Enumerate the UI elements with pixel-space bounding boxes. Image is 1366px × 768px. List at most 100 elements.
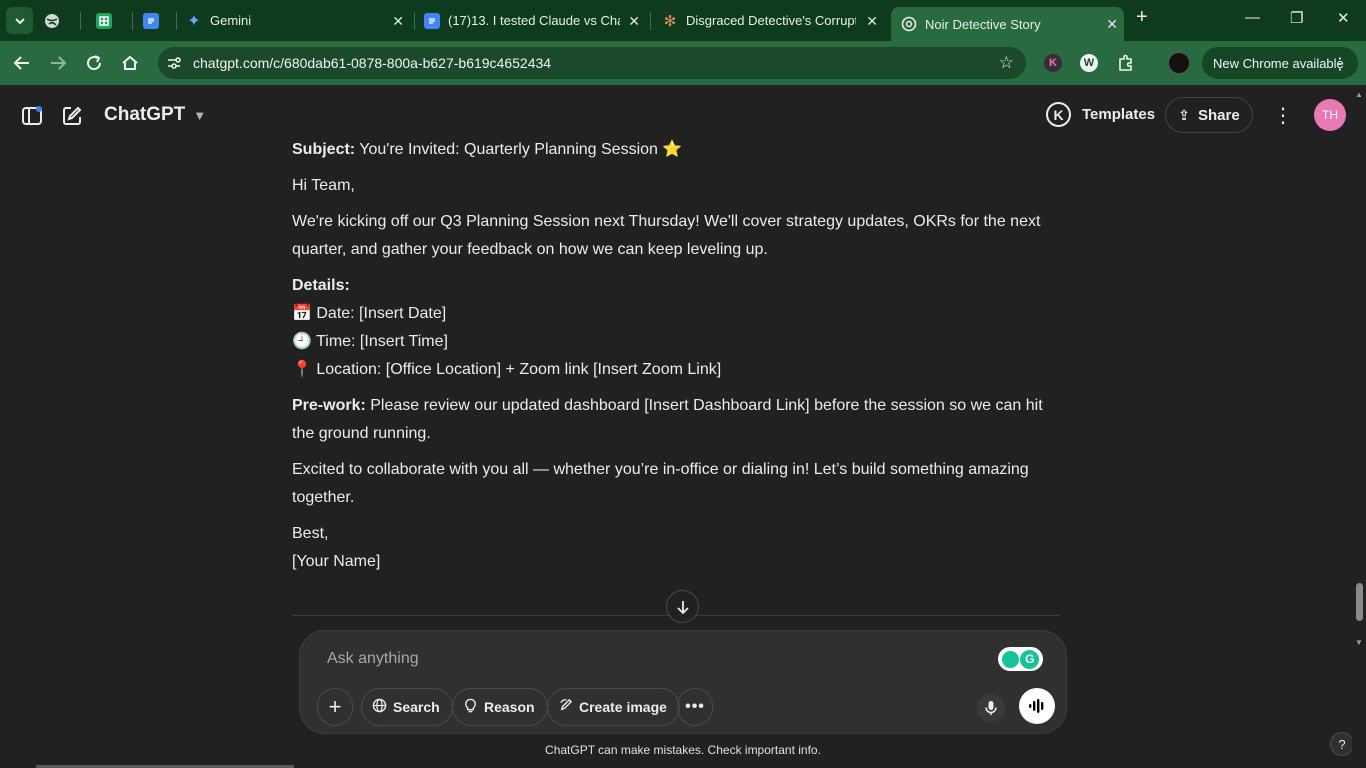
tab-claude[interactable]: ✻ Disgraced Detective's Corrupt C ✕ [662,6,884,35]
dictate-button[interactable] [977,694,1005,722]
bookmark-star-icon[interactable]: ☆ [999,53,1014,73]
assistant-message: Subject: You're Invited: Quarterly Plann… [292,136,1062,584]
chatgpt-icon [901,16,917,32]
more-options-icon[interactable]: ⋮ [1273,103,1293,128]
lightbulb-icon [463,698,478,717]
browser-toolbar: chatgpt.com/c/680dab61-0878-800a-b627-b6… [0,41,1366,85]
help-button[interactable]: ? [1330,732,1354,756]
docs-icon [424,12,440,29]
scroll-down-icon[interactable]: ▼ [1355,638,1363,647]
more-vert-icon[interactable]: ⋮ [1332,54,1348,74]
sidebar-toggle-icon[interactable] [20,104,44,128]
close-icon[interactable]: ✕ [392,13,404,30]
scroll-to-bottom-button[interactable] [666,590,699,623]
new-tab-icon[interactable]: + [1136,6,1148,29]
scrollbar-thumb[interactable] [1356,583,1363,621]
globe-icon [372,698,387,717]
email-subject: Subject: You're Invited: Quarterly Plann… [292,136,1062,164]
grammarly-widget[interactable]: G [998,647,1043,671]
grammarly-icon: G [1020,649,1040,669]
tab-title: Disgraced Detective's Corrupt C [686,13,856,28]
subject-label: Subject: [292,141,356,158]
home-icon[interactable] [119,52,141,74]
tab-pinned-docs[interactable] [143,6,175,35]
sheets-icon [96,12,112,29]
arrow-down-icon [676,600,689,614]
email-intro: We're kicking off our Q3 Planning Sessio… [292,213,1041,258]
address-bar[interactable]: chatgpt.com/c/680dab61-0878-800a-b627-b6… [158,47,1026,79]
claude-icon: ✻ [663,12,677,30]
signoff: Best, [292,525,329,542]
subject-text: You're Invited: Quarterly Planning Sessi… [355,141,683,158]
more-horiz-icon: ••• [685,698,705,715]
forward-icon[interactable] [47,52,69,74]
model-selector[interactable]: ChatGPT ▼ [104,104,206,126]
restore-icon[interactable]: ❐ [1290,9,1303,27]
share-icon: ⇪ [1178,106,1191,123]
profile-icon[interactable] [1168,52,1190,74]
search-button[interactable]: Search [361,688,453,726]
more-tools-button[interactable]: ••• [677,688,713,726]
avatar[interactable]: TH [1314,99,1346,131]
page-scrollbar[interactable]: ▲ ▼ [1352,85,1366,768]
prework-label: Pre-work: [292,397,366,414]
details-label: Details: [292,277,350,294]
tab-chatgpt-active[interactable]: Noir Detective Story ✕ [891,7,1124,41]
tab-separator [176,12,177,30]
close-icon[interactable]: ✕ [866,13,878,30]
scroll-up-icon[interactable]: ▲ [1355,90,1363,99]
search-label: Search [393,699,440,715]
reason-button[interactable]: Reason [452,688,548,726]
voice-mode-button[interactable] [1019,688,1055,724]
new-chat-icon[interactable] [60,104,84,128]
tab-separator [132,12,133,30]
tab-separator [414,12,415,30]
details-time: 🕘 Time: [Insert Time] [292,333,448,350]
image-brush-icon [558,698,573,717]
tab-separator [80,12,81,30]
email-signoff: Best, [Your Name] [292,520,1062,576]
gemini-icon: ✦ [187,12,201,30]
docs-icon [143,12,159,29]
details-date: 📅 Date: [Insert Date] [292,305,447,322]
extension-k-icon[interactable]: K [1042,52,1064,74]
new-chrome-label: New Chrome available [1213,55,1344,71]
tab-pinned-globe[interactable] [44,6,76,35]
create-image-button[interactable]: Create image [547,688,680,726]
chevron-down-icon: ▼ [193,107,207,123]
email-greeting: Hi Team, [292,177,355,194]
templates-k-icon: K [1046,102,1071,127]
minimize-icon[interactable]: — [1245,9,1260,26]
globe-icon [44,13,60,29]
close-icon[interactable]: ✕ [1106,16,1118,33]
tab-gemini[interactable]: ✦ Gemini ✕ [186,6,410,35]
new-chrome-available-button[interactable]: New Chrome available ⋮ [1202,47,1358,79]
email-closing: Excited to collaborate with you all — wh… [292,461,1029,506]
tab-separator [650,12,651,30]
browser-tabstrip: ✦ Gemini ✕ (17)13. I tested Claude vs Ch… [0,0,1366,41]
chat-composer[interactable]: Ask anything G + Search Reason Create im… [299,630,1067,734]
back-icon[interactable] [11,52,33,74]
tab-search-button[interactable] [6,7,33,34]
email-details: Details: 📅 Date: [Insert Date] 🕘 Time: [… [292,272,1062,384]
tab-pinned-sheets[interactable] [96,6,128,35]
site-info-icon[interactable] [166,55,182,71]
details-location: 📍 Location: [Office Location] + Zoom lin… [292,361,722,378]
reload-icon[interactable] [83,52,105,74]
extensions-puzzle-icon[interactable] [1115,52,1137,74]
grammarly-bulb-icon [1001,650,1019,668]
extension-w-icon[interactable]: W [1078,52,1100,74]
close-icon[interactable]: ✕ [628,13,640,30]
templates-label: Templates [1082,106,1156,123]
templates-button[interactable]: K Templates [1046,102,1155,127]
window-close-icon[interactable]: ✕ [1337,9,1350,27]
tab-docs-claude-vs-chatgpt[interactable]: (17)13. I tested Claude vs ChatG ✕ [424,6,646,35]
share-button[interactable]: ⇪ Share [1165,97,1253,133]
tab-title: Noir Detective Story [925,16,1041,32]
prompt-input[interactable]: Ask anything [327,650,419,668]
model-name: ChatGPT [104,104,186,125]
attach-button[interactable]: + [317,688,353,726]
create-image-label: Create image [579,699,667,715]
chevron-down-icon [14,17,25,24]
email-prework: Pre-work: Please review our updated dash… [292,392,1062,448]
